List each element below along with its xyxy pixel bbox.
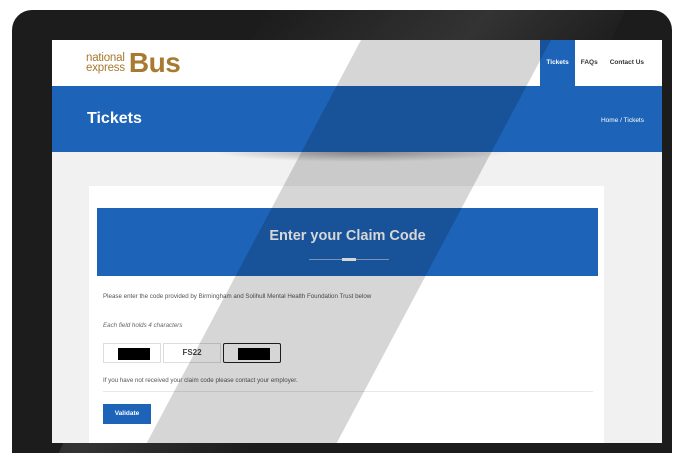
logo-brand: Bus — [128, 47, 181, 78]
claim-header: Enter your Claim Code — [97, 208, 598, 276]
claim-instruction: Please enter the code provided by Birmin… — [103, 293, 372, 300]
main-nav: Tickets FAQs Contact Us — [540, 40, 650, 86]
claim-code-field-1[interactable] — [103, 343, 161, 363]
contact-note: If you have not received your claim code… — [103, 377, 298, 384]
browser-viewport: national express Bus Tickets FAQs Contac… — [52, 40, 662, 443]
breadcrumb-current: Tickets — [623, 117, 644, 124]
breadcrumb-separator: / — [620, 117, 622, 124]
field-hint: Each field holds 4 characters — [103, 322, 183, 329]
claim-code-field-3[interactable] — [223, 343, 281, 363]
nav-faqs[interactable]: FAQs — [575, 40, 604, 86]
title-divider-accent — [342, 258, 356, 261]
nav-contact-us[interactable]: Contact Us — [604, 40, 650, 86]
top-navbar: national express Bus Tickets FAQs Contac… — [52, 40, 662, 86]
breadcrumb: Home / Tickets — [601, 117, 644, 124]
page-title: Tickets — [87, 110, 142, 127]
breadcrumb-home[interactable]: Home — [601, 117, 618, 124]
form-divider — [103, 391, 593, 392]
tablet-frame: national express Bus Tickets FAQs Contac… — [12, 10, 672, 453]
national-express-bus-logo[interactable]: national express Bus — [86, 47, 181, 79]
claim-code-field-2[interactable]: FS22 — [163, 343, 221, 363]
claim-card: Enter your Claim Code Please enter the c… — [89, 186, 604, 443]
validate-button[interactable]: Validate — [103, 404, 151, 424]
claim-title: Enter your Claim Code — [269, 228, 426, 244]
page-banner: Tickets Home / Tickets — [52, 86, 662, 152]
logo-wordmark-small: national express — [86, 52, 125, 74]
banner-shadow — [212, 152, 512, 162]
nav-tickets[interactable]: Tickets — [540, 40, 575, 86]
